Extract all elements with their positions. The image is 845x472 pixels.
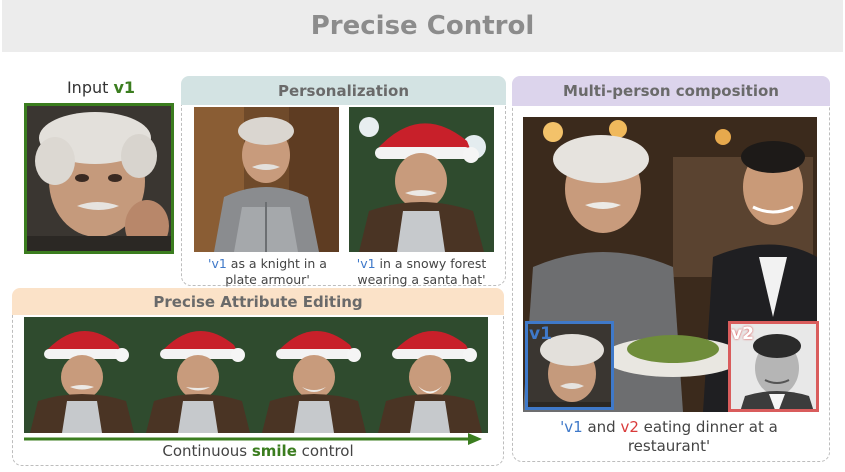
personalization-caption-1: 'v1 as a knight in a plate armour' (208, 256, 327, 287)
input-photo (24, 103, 174, 254)
personalization-caption-2: 'v1 in a snowy forest wearing a santa ha… (356, 256, 487, 287)
knight-portrait (194, 107, 339, 252)
santa-portrait (256, 317, 372, 433)
knight-photo (194, 107, 339, 252)
einstein-portrait (27, 106, 171, 251)
multi-person-caption: 'v1 and v2 eating dinner at a restaurant… (560, 418, 778, 455)
input-token: v1 (113, 78, 136, 97)
santa-portrait (349, 107, 494, 252)
attribute-editing-header: Precise Attribute Editing (12, 288, 504, 315)
smile-photo-3 (256, 317, 372, 433)
v1-tag: v1 (529, 324, 552, 344)
multi-person-header: Multi-person composition (512, 76, 830, 106)
santa-photo (349, 107, 494, 252)
smile-photo-2 (140, 317, 256, 433)
santa-portrait (140, 317, 256, 433)
smile-control-label: Continuous smile control (162, 442, 354, 460)
santa-portrait (24, 317, 140, 433)
page-title: Precise Control (2, 0, 843, 52)
smile-photo-1 (24, 317, 140, 433)
input-label: Input v1 (66, 78, 136, 97)
smile-photo-4 (372, 317, 488, 433)
santa-portrait (372, 317, 488, 433)
personalization-header: Personalization (181, 76, 506, 105)
v2-tag: v2 (731, 324, 754, 344)
